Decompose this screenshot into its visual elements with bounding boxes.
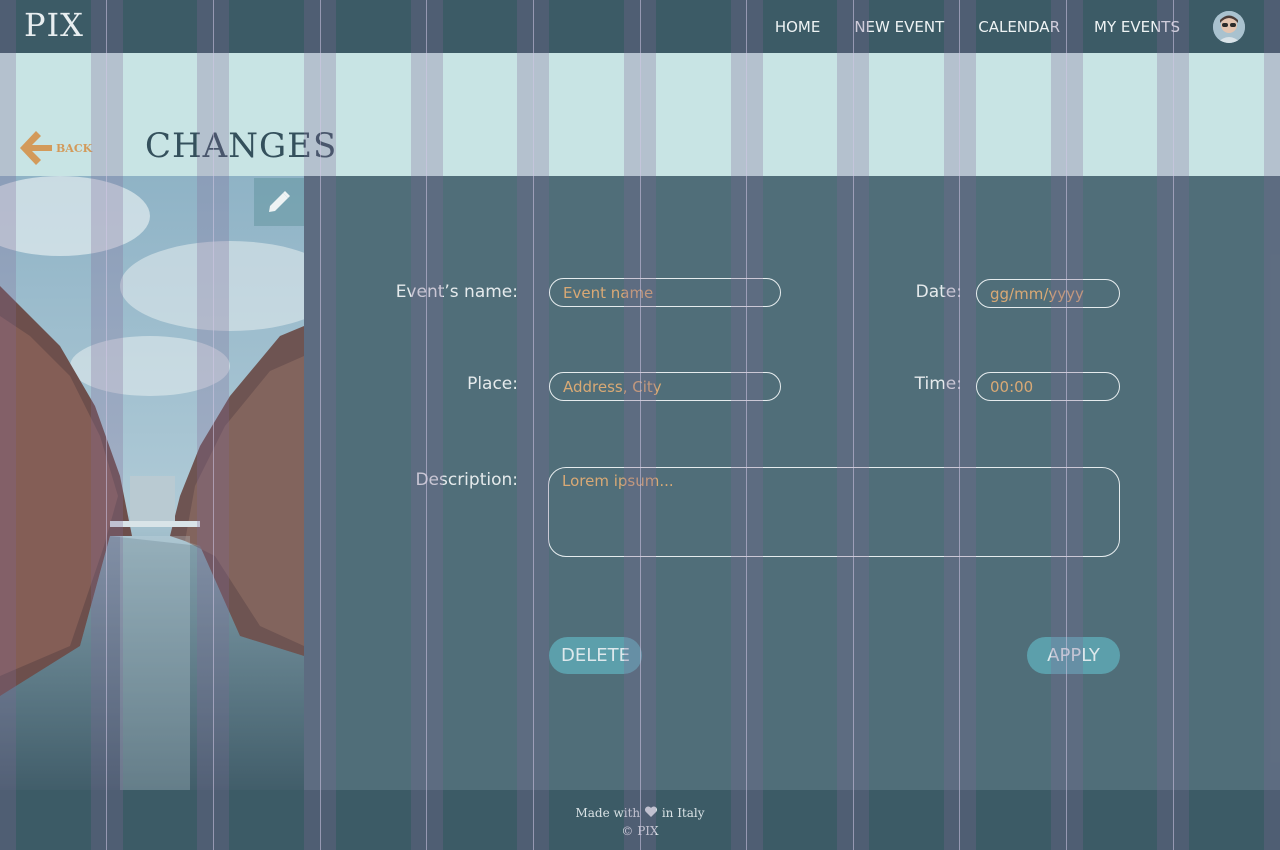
event-photo	[0, 176, 304, 790]
pencil-icon	[269, 191, 290, 212]
main-nav: HOME NEW EVENT CALENDAR MY EVENTS	[775, 0, 1180, 53]
nav-calendar[interactable]: CALENDAR	[978, 18, 1060, 36]
footer-made-suffix: in Italy	[661, 806, 705, 820]
nav-home[interactable]: HOME	[775, 18, 821, 36]
description-label: Description:	[415, 470, 518, 490]
date-label: Date:	[915, 282, 962, 302]
footer-made-prefix: Made with	[575, 806, 641, 820]
event-name-label: Event’s name:	[395, 282, 518, 302]
logo[interactable]: PIX	[24, 6, 84, 44]
heart-icon	[644, 806, 657, 817]
edit-photo-button[interactable]	[254, 178, 304, 226]
time-input[interactable]: 00:00	[976, 372, 1120, 401]
footer: Made with in Italy © PIX	[0, 790, 1280, 850]
event-name-input[interactable]: Event name	[549, 278, 781, 307]
arrow-left-icon	[20, 131, 52, 165]
back-button[interactable]: BACK	[18, 129, 92, 167]
top-navbar: PIX HOME NEW EVENT CALENDAR MY EVENTS	[0, 0, 1280, 53]
place-input[interactable]: Address, City	[549, 372, 781, 401]
apply-button[interactable]: APPLY	[1027, 637, 1120, 674]
footer-copyright: © PIX	[621, 824, 659, 838]
place-label: Place:	[467, 374, 518, 394]
delete-button[interactable]: DELETE	[549, 637, 642, 674]
time-label: Time:	[914, 374, 962, 394]
description-textarea[interactable]: Lorem ipsum...	[548, 467, 1120, 557]
nav-new-event[interactable]: NEW EVENT	[854, 18, 944, 36]
footer-made-with: Made with in Italy	[0, 806, 1280, 820]
user-avatar[interactable]	[1213, 11, 1245, 43]
date-input[interactable]: gg/mm/yyyy	[976, 279, 1120, 308]
nav-my-events[interactable]: MY EVENTS	[1094, 18, 1180, 36]
back-label: BACK	[56, 141, 93, 155]
page-title: CHANGES	[145, 126, 338, 166]
